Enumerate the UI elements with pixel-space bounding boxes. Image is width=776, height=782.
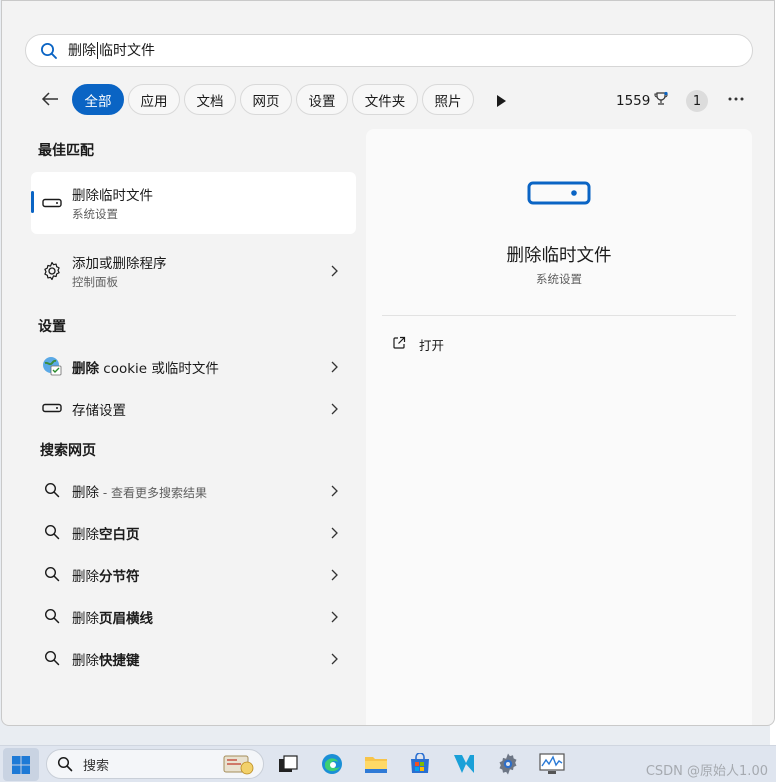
match-text: 删除 bbox=[72, 653, 99, 669]
divider bbox=[382, 315, 736, 316]
vscode-icon[interactable] bbox=[451, 751, 477, 777]
result-title: 删除 cookie 或临时文件 bbox=[72, 357, 219, 377]
task-view-icon[interactable] bbox=[275, 751, 301, 777]
results-list: 最佳匹配 删除临时文件 系统设置 添加或删除程序 控制面板 设置 删除 cook… bbox=[2, 1, 362, 725]
file-explorer-icon[interactable] bbox=[363, 751, 389, 777]
taskbar-search-label: 搜索 bbox=[83, 758, 110, 774]
best-match-item[interactable]: 删除临时文件 系统设置 bbox=[31, 172, 356, 234]
rewards-points[interactable]: 1559 bbox=[616, 91, 669, 111]
watermark-text: CSDN @原始人1.00 bbox=[645, 764, 768, 779]
result-title: 删除空白页 bbox=[72, 523, 140, 543]
best-match-heading: 最佳匹配 bbox=[38, 143, 94, 159]
detail-subtitle: 系统设置 bbox=[536, 272, 582, 286]
result-add-remove-programs[interactable]: 添加或删除程序 控制面板 bbox=[31, 242, 356, 300]
more-options-icon[interactable] bbox=[726, 91, 746, 107]
selection-indicator bbox=[31, 191, 34, 213]
settings-heading: 设置 bbox=[38, 319, 66, 335]
taskbar-search-box[interactable]: 搜索 bbox=[46, 749, 264, 779]
result-title: 删除快捷键 bbox=[72, 649, 140, 669]
chevron-right-icon bbox=[331, 403, 338, 415]
web-result-item[interactable]: 删除 - 查看更多搜索结果 bbox=[31, 473, 356, 507]
result-title: 存储设置 bbox=[72, 403, 126, 419]
match-text: 删除 bbox=[72, 611, 99, 627]
chevron-right-icon bbox=[331, 361, 338, 373]
rest-text: 分节符 bbox=[99, 569, 140, 585]
settings-gear-icon[interactable] bbox=[495, 751, 521, 777]
web-result-item[interactable]: 删除页眉横线 bbox=[31, 599, 356, 633]
edge-browser-icon[interactable] bbox=[319, 751, 345, 777]
best-match-subtitle: 系统设置 bbox=[72, 207, 118, 221]
search-highlight-icon bbox=[221, 752, 255, 776]
storage-drive-icon bbox=[41, 192, 63, 214]
gear-icon bbox=[41, 260, 63, 282]
match-text: 删除 bbox=[72, 527, 99, 543]
detail-title: 删除临时文件 bbox=[506, 246, 612, 266]
search-icon bbox=[41, 647, 63, 669]
result-title: 删除页眉横线 bbox=[72, 607, 153, 627]
search-icon bbox=[41, 605, 63, 627]
result-title: 删除 - 查看更多搜索结果 bbox=[72, 481, 207, 501]
microsoft-store-icon[interactable] bbox=[407, 751, 433, 777]
match-text: 删除 bbox=[72, 569, 99, 585]
search-icon bbox=[41, 479, 63, 501]
search-icon bbox=[41, 521, 63, 543]
web-result-item[interactable]: 删除空白页 bbox=[31, 515, 356, 549]
play-icon[interactable] bbox=[495, 93, 507, 107]
rest-text: 页眉横线 bbox=[99, 611, 153, 627]
chevron-right-icon bbox=[331, 485, 338, 497]
hint-text: - 查看更多搜索结果 bbox=[99, 486, 207, 500]
result-subtitle: 控制面板 bbox=[72, 275, 118, 289]
chevron-right-icon bbox=[331, 527, 338, 539]
taskbar: 搜索 CSDN @原始人1.00 bbox=[0, 745, 776, 782]
performance-monitor-icon[interactable] bbox=[539, 751, 565, 777]
open-button[interactable]: 打开 bbox=[392, 334, 444, 354]
notification-count-badge[interactable]: 1 bbox=[686, 90, 708, 112]
rest-text: cookie 或临时文件 bbox=[99, 361, 219, 377]
storage-drive-icon bbox=[527, 181, 591, 205]
internet-options-icon bbox=[41, 355, 63, 377]
result-title: 添加或删除程序 bbox=[72, 256, 167, 272]
chevron-right-icon bbox=[331, 653, 338, 665]
search-icon bbox=[57, 756, 73, 772]
match-text: 删除 bbox=[72, 485, 99, 501]
storage-drive-icon bbox=[41, 397, 63, 419]
open-external-icon bbox=[392, 336, 406, 353]
chevron-right-icon bbox=[331, 611, 338, 623]
result-storage-settings[interactable]: 存储设置 bbox=[31, 391, 356, 425]
match-text: 删除 bbox=[72, 361, 99, 377]
tab-photos[interactable]: 照片 bbox=[422, 84, 474, 115]
points-value: 1559 bbox=[616, 93, 651, 109]
chevron-right-icon bbox=[331, 265, 338, 277]
web-result-item[interactable]: 删除分节符 bbox=[31, 557, 356, 591]
web-result-item[interactable]: 删除快捷键 bbox=[31, 641, 356, 675]
rest-text: 快捷键 bbox=[99, 653, 140, 669]
web-search-heading: 搜索网页 bbox=[40, 443, 96, 459]
detail-pane: 删除临时文件 系统设置 打开 bbox=[366, 129, 752, 725]
chevron-right-icon bbox=[331, 569, 338, 581]
best-match-title: 删除临时文件 bbox=[72, 188, 153, 204]
search-icon bbox=[41, 563, 63, 585]
trophy-icon bbox=[653, 91, 669, 111]
search-window: 删除 临时文件 全部 应用 文档 网页 设置 文件夹 照片 1559 1 最佳匹配 bbox=[1, 0, 775, 726]
result-delete-cookie[interactable]: 删除 cookie 或临时文件 bbox=[31, 349, 356, 383]
rest-text: 空白页 bbox=[99, 527, 140, 543]
open-label: 打开 bbox=[419, 337, 445, 353]
windows-start-icon[interactable] bbox=[3, 748, 39, 781]
result-title: 删除分节符 bbox=[72, 565, 140, 585]
